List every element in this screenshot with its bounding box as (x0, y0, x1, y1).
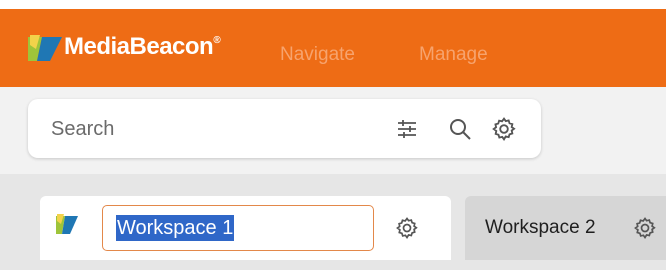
search-icon[interactable] (448, 117, 472, 141)
workspace-name-input[interactable]: Workspace 1 (102, 205, 374, 251)
top-navigation-bar: MediaBeacon ® Navigate Manage (0, 9, 666, 87)
workspace-tab-2[interactable]: Workspace 2 (465, 196, 666, 260)
workspace-1-gear-icon[interactable] (395, 216, 419, 240)
workspace-tab-2-label: Workspace 2 (485, 217, 596, 238)
search-input[interactable] (51, 116, 351, 142)
nav-navigate[interactable]: Navigate (280, 44, 355, 66)
workspace-2-gear-icon[interactable] (633, 216, 657, 240)
workspace-tab-1[interactable]: Workspace 1 (40, 196, 451, 260)
search-settings-gear-icon[interactable] (491, 116, 517, 142)
app-logo[interactable]: MediaBeacon ® (28, 31, 221, 63)
filter-sliders-icon[interactable] (395, 117, 419, 141)
search-box (28, 99, 541, 158)
brand-name: MediaBeacon ® (64, 32, 221, 60)
workspace-logo-icon (56, 214, 78, 234)
workspace-name-selected-text: Workspace 1 (116, 215, 235, 241)
mediabeacon-logo-icon (28, 35, 62, 61)
nav-manage[interactable]: Manage (419, 44, 488, 66)
